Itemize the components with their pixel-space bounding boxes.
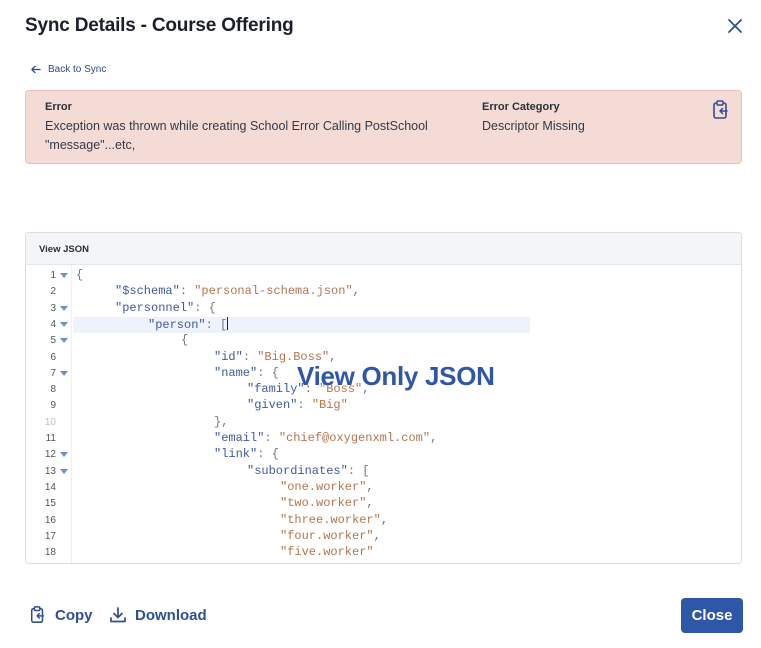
code-line: 18 "five.worker" [26, 545, 726, 561]
line-number: 1 [50, 270, 56, 281]
code-text: "five.worker" [280, 545, 374, 560]
code-text: "link": { [214, 447, 279, 462]
code-text: }, [214, 414, 229, 429]
json-viewer-header: View JSON [26, 233, 741, 265]
code-text: { [76, 268, 84, 282]
code-text: "given": "Big" [247, 398, 348, 413]
code-line: 4 "person": [ [26, 316, 726, 333]
code-text: "personnel": { [115, 300, 216, 315]
code-line: 17 "four.worker", [26, 529, 726, 545]
line-number: 7 [50, 367, 56, 379]
fold-toggle-icon[interactable] [60, 370, 68, 376]
download-label: Download [135, 606, 207, 624]
line-number: 14 [44, 481, 56, 493]
line-number: 9 [50, 400, 56, 412]
code-line: 10}, [26, 415, 726, 431]
json-editor[interactable]: 1{2 "$schema": "personal-schema.json", 3 "p… [26, 265, 741, 563]
code-text: "four.worker", [280, 528, 381, 543]
fold-toggle-icon[interactable] [60, 452, 68, 458]
line-number: 11 [45, 433, 56, 444]
code-line: 3 "personnel": { [26, 301, 726, 317]
error-message-line2: "message"...etc, [45, 138, 136, 152]
fold-toggle-icon[interactable] [60, 305, 68, 311]
download-icon [110, 607, 126, 623]
clipboard-copy-icon[interactable] [712, 100, 730, 120]
code-text: { [181, 333, 189, 348]
line-number: 3 [50, 302, 56, 314]
line-number: 4 [50, 318, 56, 330]
copy-button[interactable]: Copy [29, 606, 93, 624]
line-number: 18 [44, 547, 56, 559]
line-number: 10 [44, 416, 56, 428]
close-button[interactable]: Close [681, 598, 743, 633]
line-number: 16 [44, 514, 56, 526]
view-only-json-watermark: View Only JSON [297, 361, 495, 391]
code-line: 9 "given": "Big" [26, 398, 726, 414]
fold-toggle-icon[interactable] [60, 321, 68, 327]
line-number: 13 [44, 465, 56, 477]
code-text: "two.worker", [280, 496, 374, 511]
line-number: 15 [44, 498, 56, 510]
fold-toggle-icon[interactable] [60, 338, 68, 344]
error-heading: Error [45, 101, 72, 113]
error-category-heading: Error Category [482, 101, 560, 113]
close-icon[interactable] [725, 16, 745, 36]
line-number: 12 [44, 449, 56, 461]
code-line: 11 "email": "chief@oxygenxml.com", [26, 431, 726, 447]
back-to-sync-link[interactable]: Back to Sync [30, 64, 106, 75]
code-text: "email": "chief@oxygenxml.com", [214, 431, 438, 445]
error-message-line1: Exception was thrown while creating Scho… [45, 119, 428, 133]
error-category-value: Descriptor Missing [482, 119, 585, 133]
back-to-sync-label: Back to Sync [48, 64, 107, 75]
code-line: 2 "$schema": "personal-schema.json", [26, 284, 726, 300]
line-number: 8 [50, 384, 56, 396]
code-text: "person": [ [148, 316, 229, 332]
code-text: "one.worker", [280, 479, 374, 494]
code-text: "$schema": "personal-schema.json", [115, 284, 360, 299]
error-banner: Error Exception was thrown while creatin… [25, 90, 742, 164]
clipboard-copy-icon [30, 606, 45, 623]
code-line: 5{ [26, 333, 726, 349]
fold-toggle-icon[interactable] [60, 468, 68, 474]
code-line: 1{ [26, 268, 726, 284]
line-number: 17 [44, 530, 56, 542]
json-viewer: View JSON 1{2 "$schema": "personal-schema… [25, 232, 742, 564]
text-cursor [227, 316, 229, 330]
arrow-left-icon [31, 65, 41, 74]
fold-toggle-icon[interactable] [60, 273, 68, 278]
code-line: 14 "one.worker", [26, 480, 726, 496]
dialog-title: Sync Details - Course Offering [25, 15, 294, 36]
code-line: 16 "three.worker", [26, 513, 726, 529]
code-text: "three.worker", [280, 512, 389, 527]
line-number: 5 [50, 335, 56, 347]
code-line: 12 "link": { [26, 447, 726, 463]
code-text: "name": { [214, 365, 279, 380]
line-number: 6 [50, 351, 56, 363]
copy-label: Copy [55, 606, 93, 624]
code-text: "subordinates": [ [247, 463, 370, 478]
code-line: 13 "subordinates": [ [26, 464, 726, 480]
line-number: 2 [50, 286, 56, 298]
code-line: 15 "two.worker", [26, 496, 726, 512]
download-button[interactable]: Download [109, 606, 207, 624]
